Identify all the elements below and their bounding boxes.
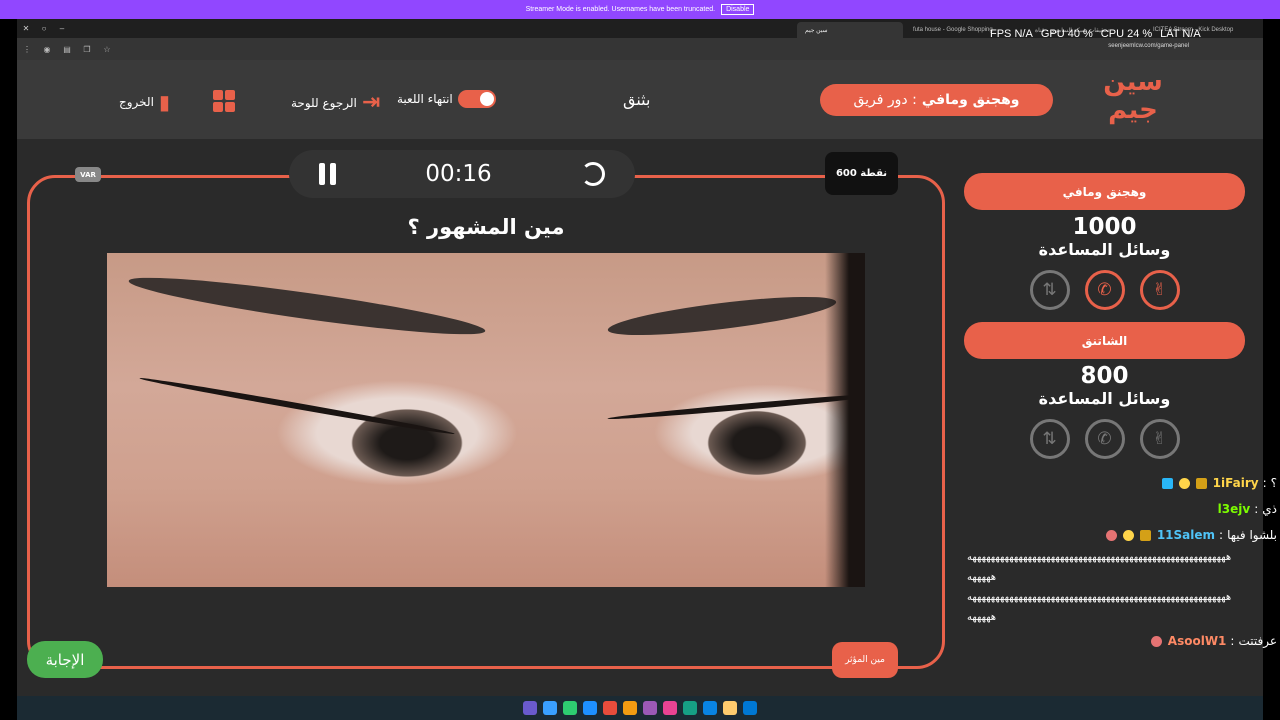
performance-overlay: FPS N/A GPU 40 % CPU 24 % LAT N/A bbox=[990, 28, 1201, 40]
menu-icon[interactable]: ⋮ bbox=[17, 45, 37, 54]
team-card-2: الشاتنق 800 وسائل المساعدة ⇅ ✆ ✌ bbox=[964, 322, 1245, 459]
taskbar bbox=[17, 696, 1263, 720]
app-icon[interactable] bbox=[563, 701, 577, 715]
toggle-icon[interactable] bbox=[457, 90, 496, 108]
app-icon[interactable] bbox=[723, 701, 737, 715]
app-icon[interactable] bbox=[543, 701, 557, 715]
logo: سين جيم bbox=[1103, 67, 1163, 125]
chat-message: عرفتتت: AsoolW1 bbox=[967, 628, 1277, 654]
lifelines-title: وسائل المساعدة bbox=[1038, 389, 1171, 408]
arrow-right-icon: ⇥ bbox=[361, 90, 381, 115]
team-card-1: وهجنق ومافي 1000 وسائل المساعدة ⇅ ✆ ✌ bbox=[964, 173, 1245, 310]
app-icon[interactable] bbox=[643, 701, 657, 715]
phone-icon[interactable]: ✆ bbox=[1084, 270, 1125, 310]
app-icon[interactable] bbox=[663, 701, 677, 715]
two-answers-icon[interactable]: ✌ bbox=[1139, 419, 1180, 459]
swap-icon[interactable]: ⇅ bbox=[1029, 270, 1070, 310]
who-influencer-button[interactable]: مين المؤثر bbox=[832, 642, 898, 678]
header-bar: سين جيم دور فريق : وهجنق ومافي بثنق انته… bbox=[17, 60, 1263, 139]
turn-indicator: دور فريق : وهجنق ومافي bbox=[820, 84, 1053, 116]
windows-icon[interactable] bbox=[743, 701, 757, 715]
app-icon[interactable] bbox=[623, 701, 637, 715]
end-game-button[interactable]: انتهاء اللعبة bbox=[397, 90, 496, 108]
question-image bbox=[107, 253, 865, 587]
lifelines-title: وسائل المساعدة bbox=[1038, 240, 1171, 259]
chat-overlay: ؟: 1iFairy ذي: l3ejv بلشوا فيها: 11Salem… bbox=[967, 470, 1277, 654]
phone-icon[interactable]: ✆ bbox=[1084, 419, 1125, 459]
chat-message: بلشوا فيها: 11Salem bbox=[967, 522, 1277, 548]
exit-button[interactable]: الخروج ▮ bbox=[119, 90, 170, 114]
tab-active[interactable]: سين جيم bbox=[797, 22, 903, 38]
app-icon[interactable] bbox=[603, 701, 617, 715]
chat-spam: هههههه bbox=[967, 572, 997, 583]
points-badge: 600 نقطة bbox=[825, 152, 898, 195]
chat-message: ذي: l3ejv bbox=[1217, 502, 1277, 516]
pause-icon[interactable] bbox=[319, 163, 336, 185]
copy-icon[interactable]: ❐ bbox=[77, 45, 97, 54]
team-name: وهجنق ومافي bbox=[964, 173, 1245, 210]
app-icon[interactable] bbox=[703, 701, 717, 715]
app-icon[interactable] bbox=[523, 701, 537, 715]
var-badge[interactable]: VAR bbox=[75, 167, 101, 182]
chat-spam: هههههه bbox=[967, 612, 997, 623]
app-icon[interactable] bbox=[583, 701, 597, 715]
chat-message: ؟: 1iFairy bbox=[967, 470, 1277, 496]
two-answers-icon[interactable]: ✌ bbox=[1139, 270, 1180, 310]
team-score: 1000 bbox=[1072, 214, 1137, 240]
chat-spam: هههههههههههههههههههههههههههههههههههههههه… bbox=[967, 592, 1232, 603]
streamer-mode-banner: Streamer Mode is enabled. Usernames have… bbox=[0, 0, 1280, 19]
grid-icon bbox=[213, 90, 235, 112]
team-name: الشاتنق bbox=[964, 322, 1245, 359]
url-text[interactable]: seenjeemlcw.com/game-panel bbox=[1108, 43, 1189, 49]
minimize-icon[interactable]: – bbox=[53, 24, 71, 33]
game-panel: سين جيم دور فريق : وهجنق ومافي بثنق انته… bbox=[17, 60, 1277, 696]
extension-icon[interactable]: ▤ bbox=[57, 45, 77, 54]
profile-icon[interactable]: ◉ bbox=[37, 45, 57, 54]
timer-text: 00:16 bbox=[425, 161, 492, 187]
grid-icon-wrap[interactable] bbox=[213, 90, 235, 112]
swap-icon[interactable]: ⇅ bbox=[1029, 419, 1070, 459]
team-score: 800 bbox=[1080, 363, 1129, 389]
back-board-button[interactable]: الرجوع للوحة ⇥ bbox=[291, 90, 380, 115]
chat-spam: هههههههههههههههههههههههههههههههههههههههه… bbox=[967, 552, 1232, 563]
question-text: مين المشهور ؟ bbox=[407, 215, 565, 239]
category-title: بثنق bbox=[623, 90, 651, 109]
app-icon[interactable] bbox=[683, 701, 697, 715]
banner-text: Streamer Mode is enabled. Usernames have… bbox=[525, 6, 716, 13]
reset-icon[interactable] bbox=[580, 162, 605, 186]
star-icon[interactable]: ☆ bbox=[97, 45, 117, 54]
timer-bar: 00:16 bbox=[289, 150, 635, 198]
reload-icon[interactable]: ○ bbox=[35, 24, 53, 33]
answer-button[interactable]: الإجابة bbox=[27, 641, 103, 678]
exit-icon: ▮ bbox=[158, 90, 170, 114]
close-icon[interactable]: ✕ bbox=[17, 24, 35, 33]
disable-button[interactable]: Disable bbox=[721, 4, 755, 15]
